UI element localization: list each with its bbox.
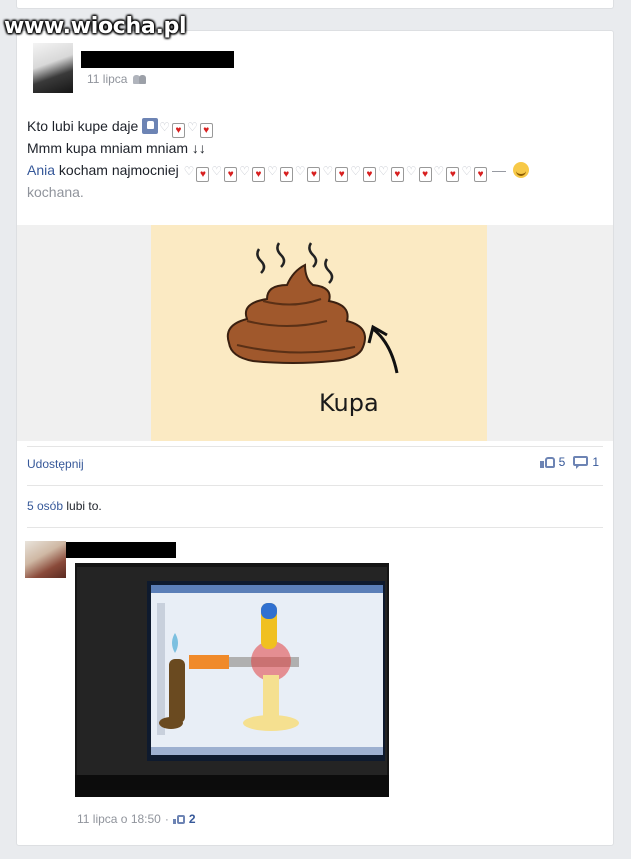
- divider: [27, 527, 603, 528]
- like-icon: [172, 814, 185, 825]
- friends-icon[interactable]: [133, 74, 147, 84]
- comment-meta: 11 lipca o 18:50 · 2: [77, 812, 196, 826]
- tagged-friend-link[interactable]: Ania: [27, 162, 55, 178]
- heart-card-icon: ♥: [307, 167, 321, 182]
- post-message: Kto lubi kupe daje ♡ ♥ ♡ ♥ Mmm kupa mniam m…: [27, 115, 529, 203]
- likes-summary: 5 osób lubi to.: [27, 499, 102, 513]
- previous-card-edge: [16, 0, 614, 9]
- heart-outline-icon: ♡: [186, 120, 198, 134]
- heart-outline-icon: ♡: [294, 164, 306, 178]
- hearts-row: ♡ ♥ ♡ ♥ ♡ ♥ ♡ ♥ ♡ ♥ ♡ ♥ ♡ ♥ ♡ ♥ ♡ ♥ ♡ ♥ ♡ ♥: [183, 162, 488, 182]
- heart-outline-icon: ♡: [405, 164, 417, 178]
- divider: [27, 485, 603, 486]
- message-line-1: Kto lubi kupe daje ♡ ♥ ♡ ♥: [27, 115, 529, 138]
- post-meta: 11 lipca: [87, 72, 147, 86]
- heart-card-icon: ♥: [446, 167, 460, 182]
- heart-card-icon: ♥: [390, 167, 404, 182]
- comment-photo[interactable]: [75, 563, 389, 797]
- post-stats: 5 1: [539, 455, 599, 469]
- heart-card-icon: ♥: [279, 167, 293, 182]
- divider: [27, 446, 603, 447]
- message-line-4: kochana.: [27, 181, 529, 203]
- likers-link[interactable]: 5 osób: [27, 499, 63, 513]
- message-line-3: Ania kocham najmocniej ♡ ♥ ♡ ♥ ♡ ♥ ♡ ♥ ♡ ♥ ♡ ♥ ♡ ♥ ♡ ♥ ♡…: [27, 159, 529, 182]
- heart-outline-icon: ♡: [239, 164, 250, 178]
- heart-card-icon: ♥: [251, 167, 265, 182]
- heart-card-icon: ♥: [474, 167, 488, 182]
- image-caption: Kupa: [319, 389, 379, 417]
- author-avatar[interactable]: [33, 43, 73, 93]
- heart-card-icon: ♥: [199, 123, 213, 138]
- heart-card-icon: ♥: [363, 167, 377, 182]
- comment-like-count[interactable]: 2: [189, 812, 196, 826]
- watermark: www.wiocha.pl: [4, 14, 187, 39]
- heart-outline-icon: ♡: [211, 164, 223, 178]
- message-line-2: Mmm kupa mniam mniam ↓↓: [27, 137, 529, 159]
- heart-outline-icon: ♡: [159, 120, 170, 134]
- heart-card-icon: ♥: [196, 167, 210, 182]
- heart-outline-icon: ♡: [266, 164, 278, 178]
- message-text: Kto lubi kupe daje: [27, 118, 139, 134]
- post-photo[interactable]: Kupa: [151, 225, 487, 441]
- heart-outline-icon: ♡: [461, 164, 473, 178]
- comments-count-button[interactable]: 1: [573, 455, 599, 469]
- commenter-avatar[interactable]: [25, 541, 66, 578]
- post-card: 11 lipca Kto lubi kupe daje ♡ ♥ ♡ ♥ Mmm kup…: [16, 30, 614, 846]
- smiley-emoticon-icon: [512, 162, 529, 178]
- heart-card-icon: ♥: [335, 167, 349, 182]
- photo-frame: Kupa: [17, 225, 613, 441]
- like-count: 5: [558, 455, 566, 469]
- post-date[interactable]: 11 lipca: [87, 72, 127, 86]
- share-link[interactable]: Udostępnij: [27, 457, 84, 471]
- separator: ·: [164, 812, 169, 826]
- comment-icon: [573, 455, 589, 469]
- heart-card-icon: ♥: [224, 167, 238, 182]
- monitor-photo: [75, 563, 389, 797]
- heart-outline-icon: ♡: [378, 164, 389, 178]
- redacted-commenter-name: [66, 542, 176, 558]
- heart-card-icon: ♥: [418, 167, 432, 182]
- heart-outline-icon: ♡: [433, 164, 445, 178]
- likes-count-button[interactable]: 5: [539, 455, 566, 469]
- heart-outline-icon: ♡: [350, 164, 362, 178]
- poop-drawing: Kupa: [226, 242, 399, 417]
- heart-outline-icon: ♡: [183, 164, 195, 178]
- redacted-author-name: [81, 51, 234, 68]
- likes-summary-text: lubi to.: [66, 499, 102, 513]
- feeling-text: kochana.: [27, 184, 84, 200]
- message-text: kocham najmocniej: [58, 162, 179, 178]
- thumbs-up-emoticon-icon: [142, 118, 159, 134]
- like-icon: [539, 455, 556, 469]
- tag-dash: —: [491, 162, 506, 178]
- message-text: Mmm kupa mniam mniam: [27, 140, 189, 156]
- comment-timestamp[interactable]: 11 lipca o 18:50: [77, 812, 161, 826]
- comment-count: 1: [592, 455, 599, 469]
- heart-card-icon: ♥: [171, 123, 185, 138]
- arrows-down: ↓↓: [191, 140, 206, 156]
- heart-outline-icon: ♡: [322, 164, 334, 178]
